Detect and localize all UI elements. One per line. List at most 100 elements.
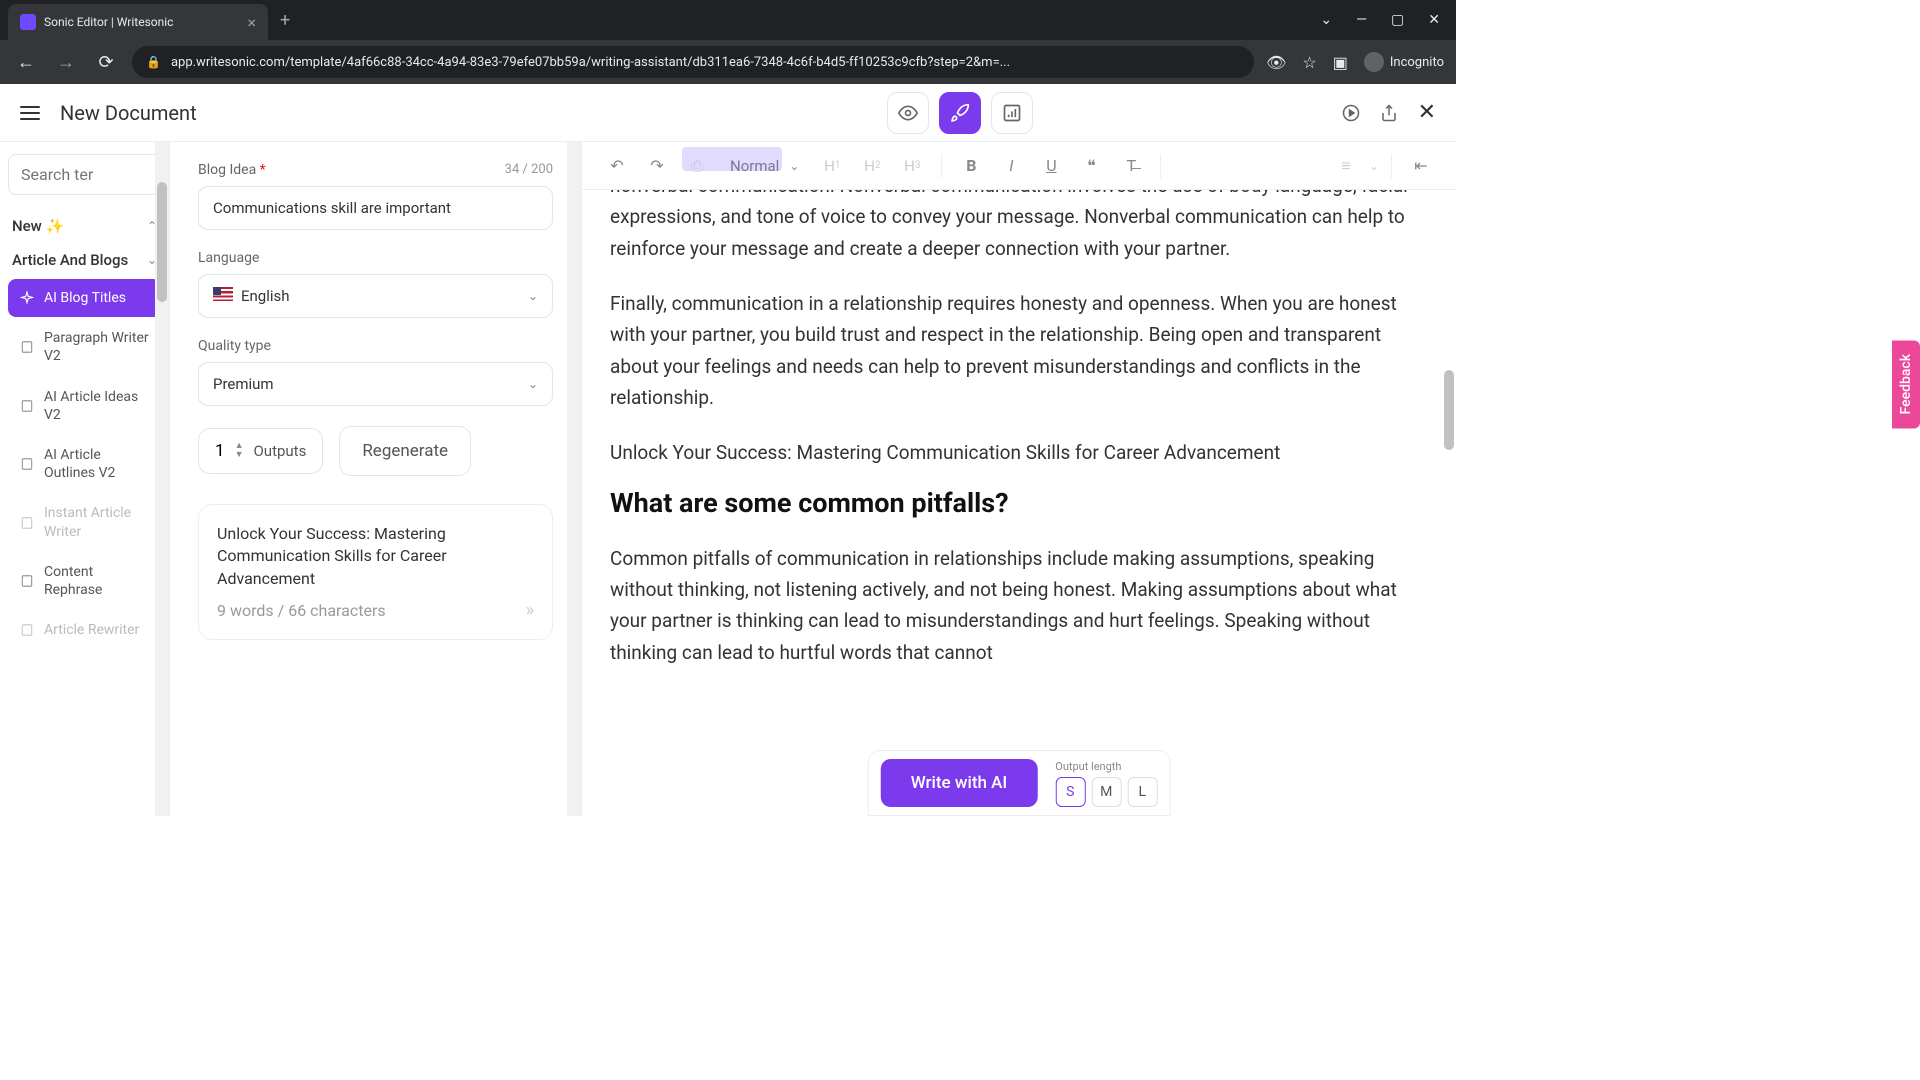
flag-us-icon xyxy=(213,287,233,301)
collapse-button[interactable]: ⇤ xyxy=(1404,149,1438,183)
search-input[interactable] xyxy=(8,154,161,195)
sidebar-item-article-rewriter[interactable]: Article Rewriter xyxy=(8,611,161,649)
form-scrollbar[interactable] xyxy=(567,142,581,816)
editor-toolbar: ↶ ↷ ⎙ Normal ⌄ H1 H2 H3 B I U ❝ T̶ ≡ ⌄ ⇤ xyxy=(582,142,1456,190)
language-select[interactable]: English ⌄ xyxy=(198,274,553,318)
extensions-icon[interactable]: ▣ xyxy=(1333,53,1348,72)
sidebar-item-article-outlines[interactable]: AI Article Outlines V2 xyxy=(8,436,161,492)
rocket-icon xyxy=(950,103,970,123)
browser-tabstrip: Sonic Editor | Writesonic × + ⌄ — ▢ ✕ xyxy=(0,0,1456,40)
toolbar-highlight xyxy=(682,147,782,171)
browser-tab[interactable]: Sonic Editor | Writesonic × xyxy=(8,4,268,40)
star-icon[interactable]: ☆ xyxy=(1302,53,1316,72)
address-bar[interactable]: 🔒 app.writesonic.com/template/4af66c88-3… xyxy=(132,46,1254,78)
tabs-dropdown-icon[interactable]: ⌄ xyxy=(1320,12,1332,28)
share-icon[interactable] xyxy=(1380,104,1398,122)
sparkle-icon xyxy=(20,291,34,305)
quality-select[interactable]: Premium ⌄ xyxy=(198,362,553,406)
sidebar-scrollbar[interactable] xyxy=(155,142,169,816)
sidebar-item-paragraph-writer[interactable]: Paragraph Writer V2 xyxy=(8,319,161,375)
generate-button[interactable] xyxy=(939,92,981,134)
chevron-down-icon: ⌄ xyxy=(789,159,799,173)
length-s-button[interactable]: S xyxy=(1055,777,1085,807)
menu-toggle[interactable] xyxy=(20,106,40,120)
regenerate-button[interactable]: Regenerate xyxy=(339,426,471,476)
editor-content[interactable]: nonverbal communication. Nonverbal commu… xyxy=(582,190,1456,816)
sidebar-item-instant-article[interactable]: Instant Article Writer xyxy=(8,494,161,550)
write-with-ai-button[interactable]: Write with AI xyxy=(881,759,1038,807)
result-card[interactable]: Unlock Your Success: Mastering Communica… xyxy=(198,504,553,640)
h3-button[interactable]: H3 xyxy=(895,149,929,183)
doc-icon xyxy=(20,457,34,471)
editor-scrollbar[interactable] xyxy=(1442,190,1456,816)
reload-button[interactable]: ⟳ xyxy=(92,52,120,73)
chevron-down-icon: ⌄ xyxy=(528,377,538,391)
sidebar: New ✨ ⌃ Article And Blogs ⌄ AI Blog Titl… xyxy=(0,142,170,816)
doc-icon xyxy=(20,574,34,588)
paragraph[interactable]: Unlock Your Success: Mastering Communica… xyxy=(610,437,1418,468)
h1-button[interactable]: H1 xyxy=(815,149,849,183)
heading[interactable]: What are some common pitfalls? xyxy=(610,487,1418,519)
stepper-arrows[interactable]: ▲▼ xyxy=(235,442,244,460)
sidebar-section-articles[interactable]: Article And Blogs ⌄ xyxy=(8,243,161,277)
chevron-down-icon[interactable]: ⌄ xyxy=(1369,159,1379,173)
chevron-down-icon: ⌄ xyxy=(528,289,538,303)
blog-idea-input[interactable]: Communications skill are important xyxy=(198,186,553,230)
quality-label: Quality type xyxy=(198,338,553,354)
new-tab-button[interactable]: + xyxy=(280,10,290,31)
undo-button[interactable]: ↶ xyxy=(600,149,634,183)
insert-arrow-icon[interactable]: » xyxy=(526,600,534,621)
result-title: Unlock Your Success: Mastering Communica… xyxy=(217,523,534,590)
app-header: New Document ✕ xyxy=(0,84,1456,142)
h2-button[interactable]: H2 xyxy=(855,149,889,183)
analytics-button[interactable] xyxy=(991,92,1033,134)
bold-button[interactable]: B xyxy=(954,149,988,183)
align-button[interactable]: ≡ xyxy=(1329,149,1363,183)
italic-button[interactable]: I xyxy=(994,149,1028,183)
eye-off-icon[interactable]: 👁 xyxy=(1266,53,1286,72)
paragraph[interactable]: nonverbal communication. Nonverbal commu… xyxy=(610,190,1418,264)
close-window-icon[interactable]: ✕ xyxy=(1428,12,1440,28)
clear-format-button[interactable]: T̶ xyxy=(1114,149,1148,183)
document-title[interactable]: New Document xyxy=(60,101,197,125)
blog-idea-label: Blog Idea * 34 / 200 xyxy=(198,162,553,178)
browser-toolbar: ← → ⟳ 🔒 app.writesonic.com/template/4af6… xyxy=(0,40,1456,84)
back-button[interactable]: ← xyxy=(12,52,40,73)
length-m-button[interactable]: M xyxy=(1091,777,1121,807)
maximize-icon[interactable]: ▢ xyxy=(1391,12,1404,28)
incognito-icon xyxy=(1364,52,1384,72)
window-controls: ⌄ — ▢ ✕ xyxy=(1320,12,1456,28)
close-tab-icon[interactable]: × xyxy=(247,13,256,32)
close-icon[interactable]: ✕ xyxy=(1418,100,1436,125)
lock-icon: 🔒 xyxy=(146,55,161,69)
minimize-icon[interactable]: — xyxy=(1356,12,1367,28)
tab-title: Sonic Editor | Writesonic xyxy=(44,15,239,29)
preview-button[interactable] xyxy=(887,92,929,134)
redo-button[interactable]: ↷ xyxy=(640,149,674,183)
chart-icon xyxy=(1002,103,1022,123)
feedback-tab[interactable]: Feedback xyxy=(1892,340,1920,428)
output-length-label: Output length xyxy=(1055,760,1157,773)
eye-icon xyxy=(898,103,918,123)
url-text: app.writesonic.com/template/4af66c88-34c… xyxy=(171,55,1240,70)
sidebar-item-content-rephrase[interactable]: Content Rephrase xyxy=(8,553,161,609)
doc-icon xyxy=(20,399,34,413)
favicon xyxy=(20,14,36,30)
paragraph[interactable]: Finally, communication in a relationship… xyxy=(610,288,1418,413)
language-label: Language xyxy=(198,250,553,266)
outputs-stepper[interactable]: 1 ▲▼ Outputs xyxy=(198,428,323,474)
quote-button[interactable]: ❝ xyxy=(1074,149,1108,183)
forward-button[interactable]: → xyxy=(52,52,80,73)
doc-icon xyxy=(20,516,34,530)
underline-button[interactable]: U xyxy=(1034,149,1068,183)
sidebar-item-blog-titles[interactable]: AI Blog Titles xyxy=(8,279,161,317)
paragraph[interactable]: Common pitfalls of communication in rela… xyxy=(610,543,1418,668)
length-l-button[interactable]: L xyxy=(1127,777,1157,807)
sidebar-item-article-ideas[interactable]: AI Article Ideas V2 xyxy=(8,378,161,434)
incognito-badge[interactable]: Incognito xyxy=(1364,52,1444,72)
sidebar-section-new[interactable]: New ✨ ⌃ xyxy=(8,209,161,243)
result-meta: 9 words / 66 characters xyxy=(217,601,386,620)
main-layout: New ✨ ⌃ Article And Blogs ⌄ AI Blog Titl… xyxy=(0,142,1456,816)
doc-icon xyxy=(20,623,34,637)
play-icon[interactable] xyxy=(1342,104,1360,122)
